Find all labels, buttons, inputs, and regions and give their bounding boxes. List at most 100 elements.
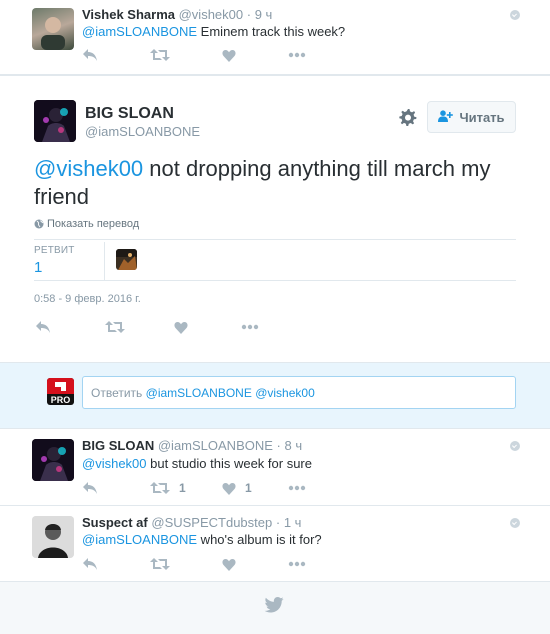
reply-mention: @iamSLOANBONE — [145, 386, 252, 400]
translate-link[interactable]: Показать перевод — [34, 218, 139, 230]
reply-input[interactable]: Ответить @iamSLOANBONE @vishek00 — [82, 376, 516, 409]
dot-separator: · — [275, 515, 284, 530]
more-icon — [288, 561, 306, 567]
avatar-photo — [41, 17, 65, 50]
user-name[interactable]: Vishek Sharma — [82, 7, 175, 22]
heart-icon — [222, 49, 236, 62]
more-button[interactable] — [288, 480, 306, 496]
more-button[interactable] — [241, 319, 259, 335]
retweet-stat[interactable]: РЕТВИТ 1 — [34, 242, 104, 280]
reply-prefix: Ответить — [91, 386, 146, 400]
reply-button[interactable] — [82, 556, 98, 572]
mention-link[interactable]: @vishek00 — [34, 156, 143, 181]
retweets-count: 1 — [34, 259, 43, 276]
mention-link[interactable]: @iamSLOANBONE — [82, 532, 197, 547]
tweet-time[interactable]: 8 ч — [285, 438, 303, 453]
chevron-down-icon[interactable] — [510, 441, 520, 451]
reply-box: PRO Ответить @iamSLOANBONE @vishek00 — [0, 362, 550, 429]
more-icon — [241, 324, 259, 330]
avatar-photo — [32, 516, 74, 558]
retweet-button[interactable]: 1 — [150, 480, 186, 496]
avatar-photo — [32, 439, 74, 481]
retweet-icon — [105, 321, 125, 333]
avatar[interactable] — [32, 439, 74, 481]
retweet-icon — [150, 558, 170, 570]
retweets-label: РЕТВИТ — [34, 245, 75, 256]
tweet-timestamp[interactable]: 0:58 - 9 февр. 2016 г. — [34, 293, 141, 305]
tweet-text: @iamSLOANBONE who's album is it for? — [82, 532, 322, 547]
like-count: 1 — [245, 481, 252, 495]
my-avatar[interactable]: PRO — [47, 378, 74, 405]
reply-button[interactable] — [35, 319, 51, 335]
retweet-button[interactable] — [150, 47, 170, 63]
avatar[interactable] — [32, 516, 74, 558]
user-handle[interactable]: @vishek00 — [179, 7, 244, 22]
more-icon — [288, 485, 306, 491]
like-button[interactable] — [222, 556, 236, 572]
like-button[interactable]: 1 — [222, 480, 252, 496]
avatar-photo — [34, 100, 76, 142]
retweet-button[interactable] — [105, 319, 125, 335]
tweet-time[interactable]: 9 ч — [255, 7, 273, 22]
translate-label: Показать перевод — [47, 218, 140, 230]
reply-icon — [83, 482, 97, 494]
heart-icon — [222, 558, 236, 571]
tweet-header: Suspect af @SUSPECTdubstep · 1 ч — [82, 515, 301, 530]
chevron-down-icon[interactable] — [510, 10, 520, 20]
more-button[interactable] — [288, 47, 306, 63]
avatar[interactable] — [32, 8, 74, 50]
user-handle[interactable]: @iamSLOANBONE — [158, 438, 273, 453]
user-name[interactable]: Suspect af — [82, 515, 148, 530]
user-handle[interactable]: @SUSPECTdubstep — [151, 515, 272, 530]
like-button[interactable] — [174, 319, 188, 335]
retweeter-avatar[interactable] — [116, 249, 137, 270]
follow-person-icon — [438, 109, 454, 125]
heart-icon — [222, 482, 236, 495]
main-tweet: BIG SLOAN @iamSLOANBONE Читать @vishek00… — [0, 75, 550, 362]
more-button[interactable] — [288, 556, 306, 572]
reply-icon — [83, 558, 97, 570]
tweet-body: Eminem track this week? — [197, 24, 346, 39]
reply-button[interactable] — [82, 47, 98, 63]
reply-icon — [83, 49, 97, 61]
user-handle[interactable]: @iamSLOANBONE — [85, 124, 200, 139]
follow-button[interactable]: Читать — [427, 101, 516, 133]
user-name[interactable]: BIG SLOAN — [82, 438, 154, 453]
mention-link[interactable]: @vishek00 — [82, 456, 147, 471]
reply-icon — [36, 321, 50, 333]
reply-button[interactable] — [82, 480, 98, 496]
retweet-count: 1 — [179, 481, 186, 495]
tweet-header: Vishek Sharma @vishek00 · 9 ч — [82, 7, 272, 22]
tweet-text: @vishek00 not dropping anything till mar… — [34, 155, 524, 211]
avatar[interactable] — [34, 100, 76, 142]
mention-link[interactable]: @iamSLOANBONE — [82, 24, 197, 39]
retweet-icon — [150, 482, 170, 494]
user-name[interactable]: BIG SLOAN — [85, 105, 174, 123]
reply-tweet[interactable]: Suspect af @SUSPECTdubstep · 1 ч @iamSLO… — [0, 506, 550, 582]
tweet-text: @vishek00 but studio this week for sure — [82, 456, 312, 471]
twitter-bird-icon — [264, 597, 284, 618]
stats-divider-top — [34, 239, 516, 240]
dot-separator: · — [246, 7, 255, 22]
dot-separator: · — [276, 438, 285, 453]
stats-vertical-divider — [104, 242, 105, 280]
follow-label: Читать — [459, 109, 505, 125]
stats-divider-bottom — [34, 280, 516, 281]
more-icon — [288, 52, 306, 58]
retweet-icon — [150, 49, 170, 61]
reply-mention: @vishek00 — [255, 386, 315, 400]
retweet-button[interactable] — [150, 556, 170, 572]
heart-icon — [174, 321, 188, 334]
globe-icon — [34, 219, 44, 229]
tweet-text: @iamSLOANBONE Eminem track this week? — [82, 24, 345, 39]
like-button[interactable] — [222, 47, 236, 63]
tweet-header: BIG SLOAN @iamSLOANBONE · 8 ч — [82, 438, 302, 453]
svg-text:PRO: PRO — [51, 395, 71, 405]
tweet-time[interactable]: 1 ч — [284, 515, 302, 530]
chevron-down-icon[interactable] — [510, 518, 520, 528]
tweet-body: but studio this week for sure — [146, 456, 312, 471]
reply-tweet[interactable]: BIG SLOAN @iamSLOANBONE · 8 ч @vishek00 … — [0, 429, 550, 506]
top-tweet[interactable]: Vishek Sharma @vishek00 · 9 ч @iamSLOANB… — [0, 0, 550, 75]
gear-icon[interactable] — [399, 108, 417, 126]
tweet-body: who's album is it for? — [197, 532, 322, 547]
